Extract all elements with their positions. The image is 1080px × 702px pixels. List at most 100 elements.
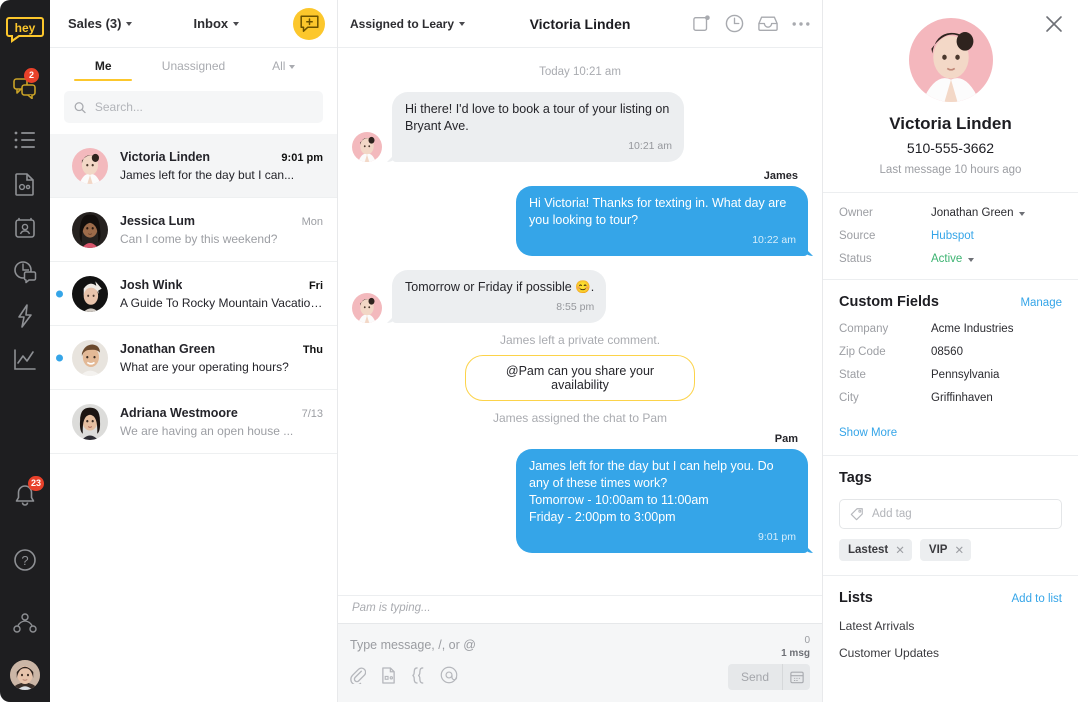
sidebar-item-automations[interactable]: [0, 294, 50, 338]
merge-field-button[interactable]: [411, 666, 425, 684]
sidebar-item-analytics[interactable]: [0, 338, 50, 382]
assignee-dropdown[interactable]: Assigned to Leary: [350, 17, 466, 31]
conversation-timestamp: Mon: [301, 215, 323, 228]
mention-button[interactable]: [440, 666, 458, 684]
tab-all-label: All: [272, 59, 286, 73]
conversation-item-jonathan-green[interactable]: Jonathan Green Thu What are your operati…: [50, 326, 337, 390]
conversation-timestamp: Fri: [308, 279, 323, 292]
avatar: [72, 275, 108, 312]
sidebar-item-documents[interactable]: [0, 162, 50, 206]
avatar-image: [72, 275, 108, 312]
mention-icon: [440, 666, 458, 684]
source-link[interactable]: Hubspot: [931, 230, 974, 242]
tag-chip: VIP ✕: [919, 539, 972, 561]
automation-icon: [18, 304, 32, 328]
manage-custom-fields-link[interactable]: Manage: [1020, 297, 1062, 309]
avatar-image: [72, 211, 108, 248]
sidebar-item-lists[interactable]: [0, 118, 50, 162]
conversation-name: Jessica Lum: [120, 213, 196, 228]
conversation-item-josh-wink[interactable]: Josh Wink Fri A Guide To Rocky Mountain …: [50, 262, 337, 326]
svg-text:hey: hey: [15, 21, 36, 35]
svg-text:?: ?: [21, 553, 28, 568]
sidebar-item-chats[interactable]: 2: [0, 66, 50, 110]
conversation-name: Victoria Linden: [120, 149, 211, 164]
msg-count: 1 msg: [781, 648, 810, 659]
hey-messaging-app: hey 2 23 ? Sales (3) Inbox Me Unassigned…: [0, 0, 1080, 702]
tasks-icon: [693, 14, 710, 31]
close-panel-button[interactable]: [1044, 14, 1064, 34]
more-options-button[interactable]: [792, 21, 810, 27]
conversation-item-jessica-lum[interactable]: Jessica Lum Mon Can I come by this weeke…: [50, 198, 337, 262]
unread-indicator-dot: [56, 290, 63, 297]
system-event-assignment: James assigned the chat to Pam: [492, 411, 668, 425]
contact-fields-section: Owner Jonathan Green Source Hubspot Stat…: [823, 193, 1078, 279]
list-item[interactable]: Latest Arrivals: [839, 619, 1062, 633]
contact-header: Victoria Linden 510-555-3662 Last messag…: [823, 0, 1078, 192]
status-dropdown[interactable]: Active: [931, 253, 975, 265]
remove-tag-icon[interactable]: ✕: [895, 543, 905, 557]
owner-dropdown[interactable]: Jonathan Green: [931, 207, 1026, 219]
add-to-list-link[interactable]: Add to list: [1012, 593, 1063, 605]
conversation-items: Victoria Linden 9:01 pm James left for t…: [50, 134, 337, 702]
message-input[interactable]: Type message, /, or @: [350, 634, 810, 652]
search-input[interactable]: [94, 100, 313, 114]
custom-fields-header: Custom Fields Manage: [839, 294, 1062, 310]
message-bubble: James left for the day but I can help yo…: [516, 449, 808, 553]
remove-tag-icon[interactable]: ✕: [954, 543, 964, 557]
archive-inbox-icon: [758, 16, 778, 32]
tab-me[interactable]: Me: [58, 59, 148, 81]
new-message-icon: [299, 15, 319, 32]
tab-unassigned[interactable]: Unassigned: [148, 59, 238, 81]
custom-field-city: City Griffinhaven: [839, 392, 1062, 404]
archive-button[interactable]: [758, 15, 778, 32]
sidebar-item-contacts[interactable]: [0, 206, 50, 250]
send-controls: Send: [727, 664, 810, 690]
inbox-selector-dropdown[interactable]: Sales (3): [68, 16, 133, 31]
add-tag-input[interactable]: Add tag: [839, 499, 1062, 529]
snooze-button[interactable]: [725, 14, 744, 33]
message-timestamp: 10:22 am: [752, 234, 796, 246]
conversation-content: Victoria Linden 9:01 pm James left for t…: [120, 150, 323, 182]
conversation-item-victoria-linden[interactable]: Victoria Linden 9:01 pm James left for t…: [50, 134, 337, 198]
calendar-icon: [789, 671, 804, 684]
avatar: [72, 339, 108, 376]
contact-phone: 510-555-3662: [906, 140, 995, 156]
tasks-button[interactable]: [693, 14, 711, 33]
search-box[interactable]: [64, 91, 323, 123]
last-message-time: Last message 10 hours ago: [879, 164, 1022, 176]
list-item[interactable]: Customer Updates: [839, 646, 1062, 660]
current-user-avatar[interactable]: [10, 660, 40, 690]
sidebar-item-notifications[interactable]: 23: [0, 474, 50, 518]
chevron-down-icon: [1019, 211, 1026, 216]
new-message-button[interactable]: [293, 8, 325, 40]
avatar: [72, 147, 108, 184]
close-icon: [1046, 16, 1062, 32]
conversation-content: Adriana Westmoore 7/13 We are having an …: [120, 406, 323, 438]
folder-selector-dropdown[interactable]: Inbox: [193, 16, 240, 31]
section-title: Lists: [839, 590, 873, 606]
character-counter: 0 1 msg: [781, 634, 810, 660]
tab-all[interactable]: All: [239, 59, 329, 81]
tags-header: Tags: [839, 470, 1062, 486]
sidebar-item-support[interactable]: [0, 250, 50, 294]
conversation-name: Adriana Westmoore: [120, 405, 238, 420]
field-value: Acme Industries: [931, 323, 1014, 335]
sidebar-item-help[interactable]: ?: [0, 538, 50, 582]
field-value: Pennsylvania: [931, 369, 1000, 381]
attachment-button[interactable]: [350, 666, 366, 684]
send-button[interactable]: Send: [727, 664, 782, 690]
field-value: Jonathan Green: [931, 207, 1014, 219]
search-container: [50, 81, 337, 134]
tab-unassigned-label: Unassigned: [161, 59, 226, 73]
contact-name: Victoria Linden: [889, 114, 1012, 133]
notifications-badge: 23: [27, 476, 44, 491]
sidebar-item-team[interactable]: [0, 602, 50, 646]
show-more-link[interactable]: Show More: [839, 427, 897, 439]
template-button[interactable]: [381, 666, 396, 684]
conversation-top-row: Victoria Linden 9:01 pm: [120, 150, 323, 164]
lists-header: Lists Add to list: [839, 590, 1062, 606]
schedule-send-button[interactable]: [782, 664, 810, 690]
help-icon: ?: [14, 549, 36, 571]
conversation-item-adriana-westmoore[interactable]: Adriana Westmoore 7/13 We are having an …: [50, 390, 337, 454]
avatar-image: [352, 293, 382, 323]
